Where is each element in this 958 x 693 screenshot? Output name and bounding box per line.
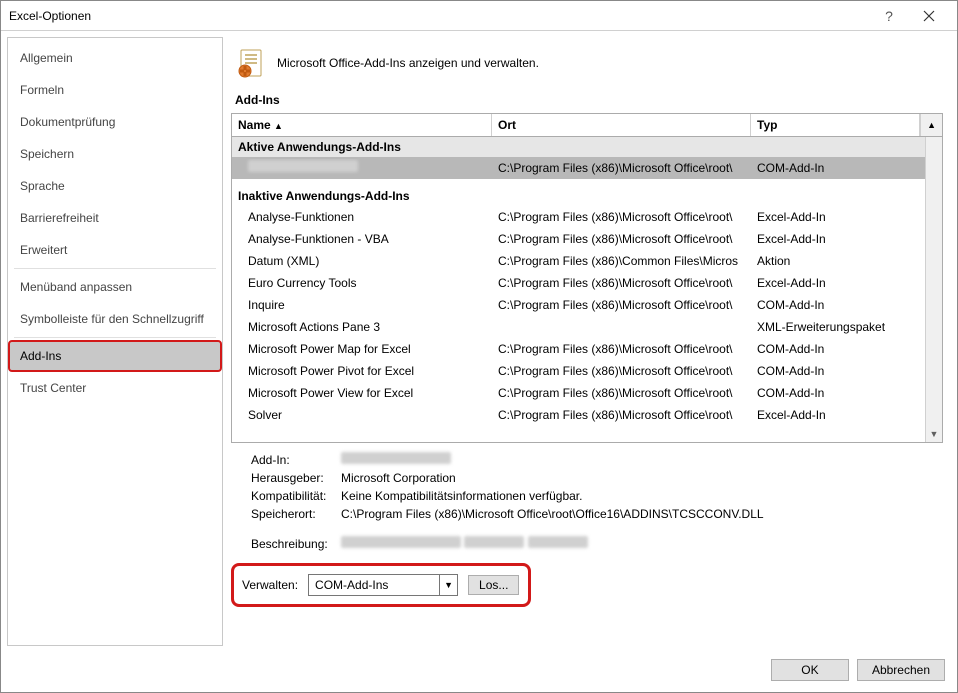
addins-table: Name ▲ Ort Typ ▲ Aktive Anwendungs-Add-I…: [231, 113, 943, 443]
sidebar-item-dokumentpruefung[interactable]: Dokumentprüfung: [8, 106, 222, 138]
table-row[interactable]: Microsoft Actions Pane 3 XML-Erweiterung…: [232, 316, 925, 338]
close-button[interactable]: [909, 2, 949, 30]
column-header-typ[interactable]: Typ: [751, 114, 920, 136]
column-header-name[interactable]: Name ▲: [232, 114, 492, 136]
manage-combobox[interactable]: COM-Add-Ins ▼: [308, 574, 458, 596]
detail-value-speicherort: C:\Program Files (x86)\Microsoft Office\…: [341, 505, 764, 523]
chevron-down-icon: ▼: [439, 575, 457, 595]
section-heading: Add-Ins: [231, 93, 943, 113]
sort-ascending-icon: ▲: [274, 121, 283, 131]
column-header-ort[interactable]: Ort: [492, 114, 751, 136]
group-inactive: Inaktive Anwendungs-Add-Ins: [232, 179, 925, 206]
manage-row: Verwalten: COM-Add-Ins ▼ Los...: [231, 563, 531, 607]
detail-label-speicherort: Speicherort:: [251, 505, 341, 523]
sidebar-separator: [14, 268, 216, 269]
sidebar-separator: [14, 337, 216, 338]
help-button[interactable]: ?: [869, 2, 909, 30]
manage-label: Verwalten:: [240, 578, 298, 592]
table-row[interactable]: Microsoft Power View for Excel C:\Progra…: [232, 382, 925, 404]
sidebar-item-barrierefreiheit[interactable]: Barrierefreiheit: [8, 202, 222, 234]
titlebar: Excel-Optionen ?: [1, 1, 957, 31]
table-rows: Aktive Anwendungs-Add-Ins C:\Program Fil…: [232, 137, 925, 442]
scrollbar-up[interactable]: ▲: [920, 114, 942, 136]
table-row[interactable]: Analyse-Funktionen C:\Program Files (x86…: [232, 206, 925, 228]
sidebar-item-formeln[interactable]: Formeln: [8, 74, 222, 106]
detail-value-herausgeber: Microsoft Corporation: [341, 469, 456, 487]
dialog-footer: OK Abbrechen: [1, 652, 957, 692]
panel-header: Microsoft Office-Add-Ins anzeigen und ve…: [231, 39, 943, 93]
panel-subtitle: Microsoft Office-Add-Ins anzeigen und ve…: [277, 56, 539, 70]
detail-label-addin: Add-In:: [251, 451, 341, 469]
table-header: Name ▲ Ort Typ ▲: [232, 114, 942, 137]
detail-value-addin: [341, 451, 451, 469]
sidebar-item-allgemein[interactable]: Allgemein: [8, 42, 222, 74]
window-title: Excel-Optionen: [9, 9, 869, 23]
close-icon: [923, 10, 935, 22]
table-row[interactable]: Solver C:\Program Files (x86)\Microsoft …: [232, 404, 925, 426]
detail-label-beschreibung: Beschreibung:: [251, 535, 341, 553]
addins-icon: [235, 47, 267, 79]
options-dialog: Excel-Optionen ? Allgemein Formeln Dokum…: [0, 0, 958, 693]
table-row[interactable]: Microsoft Power Map for Excel C:\Program…: [232, 338, 925, 360]
table-row[interactable]: Inquire C:\Program Files (x86)\Microsoft…: [232, 294, 925, 316]
main-panel: Microsoft Office-Add-Ins anzeigen und ve…: [229, 37, 951, 646]
table-scrollbar[interactable]: ▼: [925, 137, 942, 442]
addin-details: Add-In: Herausgeber: Microsoft Corporati…: [231, 443, 943, 557]
sidebar-item-erweitert[interactable]: Erweitert: [8, 234, 222, 266]
sidebar-item-sprache[interactable]: Sprache: [8, 170, 222, 202]
group-active: Aktive Anwendungs-Add-Ins: [232, 137, 925, 157]
table-row[interactable]: Microsoft Power Pivot for Excel C:\Progr…: [232, 360, 925, 382]
sidebar-item-trustcenter[interactable]: Trust Center: [8, 372, 222, 404]
cancel-button[interactable]: Abbrechen: [857, 659, 945, 681]
detail-value-kompat: Keine Kompatibilitätsinformationen verfü…: [341, 487, 582, 505]
detail-label-kompat: Kompatibilität:: [251, 487, 341, 505]
manage-selected: COM-Add-Ins: [309, 578, 439, 592]
scrollbar-down-icon[interactable]: ▼: [926, 425, 942, 442]
sidebar: Allgemein Formeln Dokumentprüfung Speich…: [7, 37, 223, 646]
go-button[interactable]: Los...: [468, 575, 519, 595]
table-row[interactable]: Datum (XML) C:\Program Files (x86)\Commo…: [232, 250, 925, 272]
sidebar-item-speichern[interactable]: Speichern: [8, 138, 222, 170]
table-row[interactable]: C:\Program Files (x86)\Microsoft Office\…: [232, 157, 925, 179]
sidebar-item-schnellzugriff[interactable]: Symbolleiste für den Schnellzugriff: [8, 303, 222, 335]
ok-button[interactable]: OK: [771, 659, 849, 681]
sidebar-item-addins[interactable]: Add-Ins: [8, 340, 222, 372]
detail-label-herausgeber: Herausgeber:: [251, 469, 341, 487]
table-row[interactable]: Euro Currency Tools C:\Program Files (x8…: [232, 272, 925, 294]
detail-value-beschreibung: [341, 535, 588, 553]
sidebar-item-menueband[interactable]: Menüband anpassen: [8, 271, 222, 303]
table-row[interactable]: Analyse-Funktionen - VBA C:\Program File…: [232, 228, 925, 250]
